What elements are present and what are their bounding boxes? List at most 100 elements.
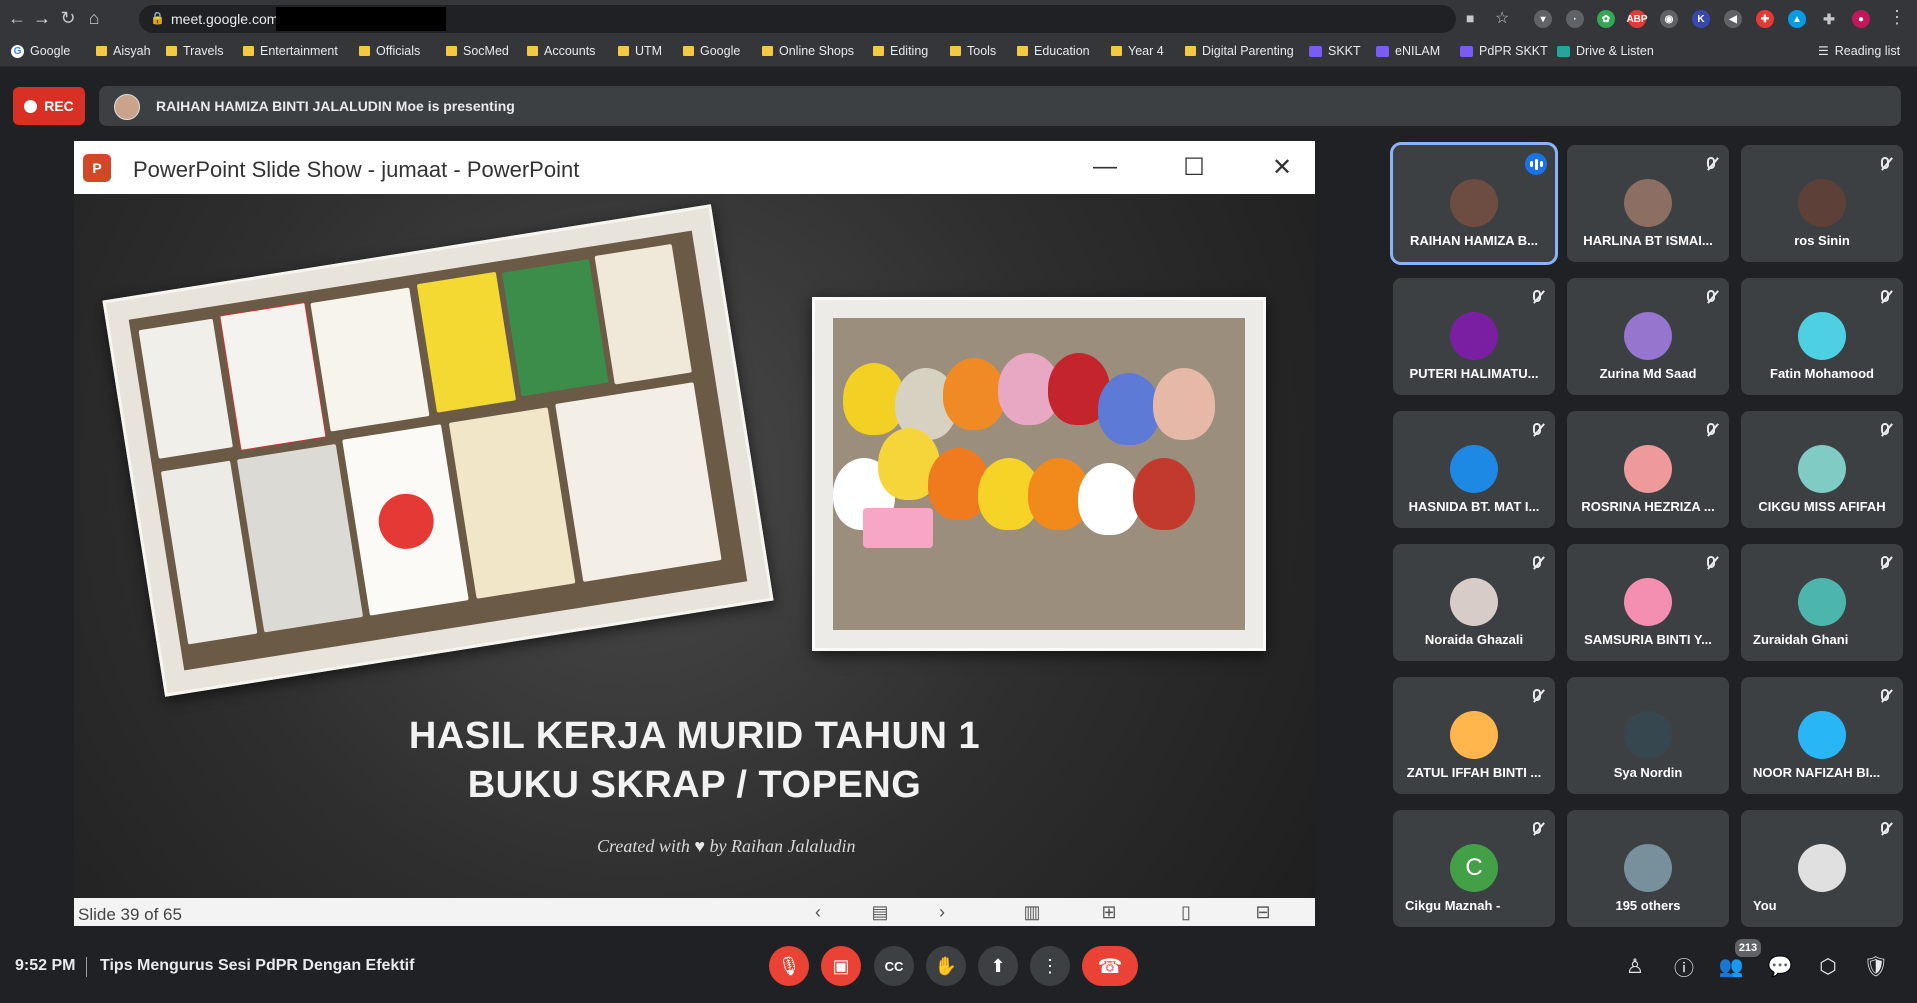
participant-name: CIKGU MISS AFIFAH [1758, 499, 1886, 514]
participant-tile[interactable]: RAIHAN HAMIZA B... [1393, 145, 1555, 262]
bookmark-utm[interactable]: UTM [618, 44, 662, 58]
notes-icon[interactable]: ▤ [865, 900, 895, 924]
google-photos-icon[interactable]: ✿ [1597, 10, 1615, 28]
participant-avatar [1798, 844, 1846, 892]
masks-display [833, 318, 1245, 630]
participant-tile[interactable]: C Cikgu Maznah - [1393, 810, 1555, 927]
bookmark-accounts[interactable]: Accounts [527, 44, 595, 58]
bookmark-travels[interactable]: Travels [166, 44, 224, 58]
lock-icon[interactable]: 🔒 [150, 11, 165, 25]
maximize-icon[interactable]: ☐ [1177, 152, 1211, 182]
reload-icon[interactable]: ↻ [57, 7, 79, 29]
camera-toggle-button[interactable]: ▣ [821, 946, 861, 986]
blue-extension-icon[interactable]: ▲ [1788, 10, 1806, 28]
bookmark-enilam[interactable]: eNILAM [1376, 44, 1440, 58]
participant-name: Fatin Mohamood [1770, 366, 1874, 381]
adblock-icon[interactable]: ABP [1626, 10, 1648, 28]
puzzle-extensions-icon[interactable]: ✚ [1820, 10, 1838, 28]
chat-icon[interactable]: 💬 [1767, 953, 1793, 979]
bookmark-aisyah[interactable]: Aisyah [96, 44, 151, 58]
recording-badge[interactable]: REC [13, 87, 85, 125]
pocket-icon[interactable]: ▾ [1534, 10, 1552, 28]
participant-tile[interactable]: HASNIDA BT. MAT I... [1393, 411, 1555, 528]
participant-tile[interactable]: SAMSURIA BINTI Y... [1567, 544, 1729, 661]
presenting-text: RAIHAN HAMIZA BINTI JALALUDIN Moe is pre… [156, 98, 515, 114]
home-icon[interactable]: ⌂ [83, 7, 105, 29]
bookmark-star-icon[interactable]: ☆ [1495, 8, 1509, 28]
participant-avatar [1624, 844, 1672, 892]
bookmark-education[interactable]: Education [1017, 44, 1090, 58]
participant-tile[interactable]: 195 others [1567, 810, 1729, 927]
bookmark-pdpr-skkt[interactable]: PdPR SKKT [1460, 44, 1548, 58]
participant-tile[interactable]: ROSRINA HEZRIZA ... [1567, 411, 1729, 528]
participant-name: You [1753, 898, 1777, 913]
k-extension-icon[interactable]: K [1692, 10, 1710, 28]
next-slide-icon[interactable]: › [927, 900, 957, 924]
bookmark-online-shops[interactable]: Online Shops [762, 44, 854, 58]
participant-tile[interactable]: Noraida Ghazali [1393, 544, 1555, 661]
bookmark-editing[interactable]: Editing [873, 44, 928, 58]
participant-tile[interactable]: NOOR NAFIZAH BI... [1741, 677, 1903, 794]
participant-tile[interactable]: Sya Nordin [1567, 677, 1729, 794]
close-icon[interactable]: ✕ [1265, 152, 1299, 182]
bookmark-tools[interactable]: Tools [950, 44, 996, 58]
captions-button[interactable]: CC [874, 946, 914, 986]
audio-icon[interactable]: ◀ [1724, 10, 1742, 28]
present-now-button[interactable]: ⬆ [978, 946, 1018, 986]
participant-tile[interactable]: PUTERI HALIMATU... [1393, 278, 1555, 395]
minimize-icon[interactable]: — [1088, 152, 1122, 182]
bookmark-google-folder[interactable]: Google [683, 44, 740, 58]
participant-tile[interactable]: Zurina Md Saad [1567, 278, 1729, 395]
red-extension-icon[interactable]: ✚ [1756, 10, 1774, 28]
raise-hand-button[interactable]: ✋ [926, 946, 966, 986]
mic-muted-icon [1529, 554, 1545, 570]
participant-name: HASNIDA BT. MAT I... [1408, 499, 1540, 514]
participant-tile[interactable]: Zuraidah Ghani [1741, 544, 1903, 661]
chrome-menu-icon[interactable]: ⋮ [1888, 7, 1906, 28]
url-text[interactable]: meet.google.com [171, 11, 278, 27]
mask-item [1153, 368, 1215, 440]
previous-slide-icon[interactable]: ‹ [803, 900, 833, 924]
mic-toggle-button[interactable]: 🎙 [769, 946, 809, 986]
host-controls-icon[interactable]: ♙ [1622, 953, 1648, 979]
more-options-button[interactable]: ⋮ [1030, 946, 1070, 986]
participant-avatar [1798, 312, 1846, 360]
leave-call-button[interactable]: ☎ [1082, 946, 1138, 986]
normal-view-icon[interactable]: ▥ [1017, 900, 1047, 924]
bookmark-socmed[interactable]: SocMed [446, 44, 509, 58]
participant-tile[interactable]: HARLINA BT ISMAI... [1567, 145, 1729, 262]
profile-avatar[interactable]: ● [1852, 10, 1870, 28]
participant-tile[interactable]: You [1741, 810, 1903, 927]
presenter-view-icon[interactable]: ⊟ [1248, 900, 1278, 924]
participant-tile[interactable]: ZATUL IFFAH BINTI ... [1393, 677, 1555, 794]
meeting-info-icon[interactable]: ⓘ [1671, 953, 1697, 980]
camera-icon[interactable]: ■ [1466, 10, 1474, 26]
bookmark-skkt[interactable]: SKKT [1309, 44, 1361, 58]
back-icon[interactable]: ← [6, 7, 28, 29]
lightbulb-icon[interactable]: ◉ [1660, 10, 1678, 28]
slide-sorter-icon[interactable]: ⊞ [1094, 900, 1124, 924]
bookmark-drive-listen[interactable]: Drive & Listen [1557, 44, 1654, 58]
participant-tile[interactable]: CIKGU MISS AFIFAH [1741, 411, 1903, 528]
activities-icon[interactable]: ⬡ [1815, 953, 1841, 979]
folder-icon [527, 46, 538, 56]
forward-icon[interactable]: → [31, 7, 53, 29]
participant-count-badge: 213 [1733, 937, 1763, 959]
mic-muted-icon [1529, 687, 1545, 703]
participant-tile[interactable]: ros Sinin [1741, 145, 1903, 262]
camera-off-icon: ▣ [832, 955, 850, 976]
extension-grey-icon[interactable]: · [1566, 10, 1584, 28]
security-shield-icon[interactable]: 🛡 [1863, 953, 1889, 979]
bookmark-digital-parenting[interactable]: Digital Parenting [1185, 44, 1294, 58]
slide-title: HASIL KERJA MURID TAHUN 1 BUKU SKRAP / T… [74, 712, 1315, 810]
bookmark-entertainment[interactable]: Entertainment [243, 44, 338, 58]
bookmark-year-4[interactable]: Year 4 [1111, 44, 1164, 58]
reading-list-button[interactable]: ☰ Reading list [1818, 44, 1900, 58]
masks-photo [812, 297, 1266, 651]
bookmark-google[interactable]: G Google [11, 44, 70, 58]
bookmark-officials[interactable]: Officials [359, 44, 420, 58]
mic-muted-icon [1877, 820, 1893, 836]
participant-tile[interactable]: Fatin Mohamood [1741, 278, 1903, 395]
mic-muted-icon [1703, 554, 1719, 570]
reading-view-icon[interactable]: ▯ [1171, 900, 1201, 924]
